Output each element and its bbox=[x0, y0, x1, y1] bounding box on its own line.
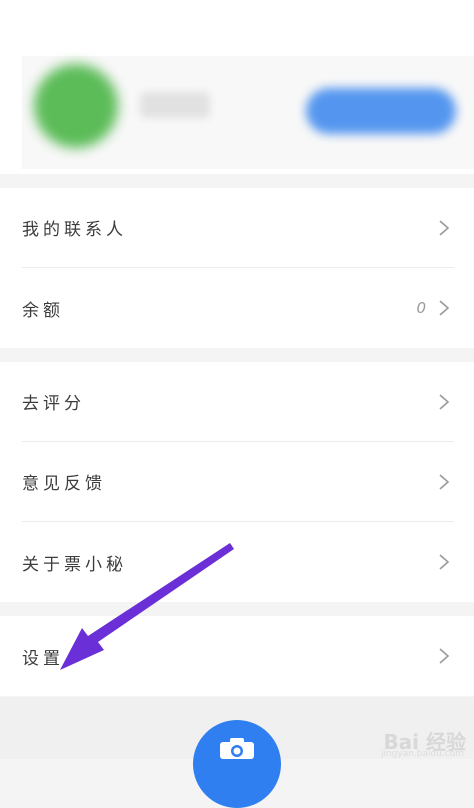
avatar[interactable] bbox=[34, 64, 118, 148]
menu-item-label: 关于票小秘 bbox=[22, 554, 127, 575]
chevron-right-icon bbox=[434, 298, 454, 318]
login-button[interactable] bbox=[306, 88, 456, 134]
menu-item-label: 意见反馈 bbox=[22, 474, 106, 494]
menu-group-settings: 设置 bbox=[0, 616, 474, 696]
menu-item-label: 我的联系人 bbox=[22, 220, 127, 240]
watermark-url: jingyan.baidu.com bbox=[380, 749, 464, 759]
menu-item-about[interactable]: 关于票小秘 bbox=[22, 522, 454, 602]
menu-item-contacts[interactable]: 我的联系人 bbox=[22, 188, 454, 268]
chevron-right-icon bbox=[434, 646, 454, 666]
balance-value: 0 bbox=[416, 299, 426, 317]
menu-item-label: 设置 bbox=[22, 648, 64, 669]
chevron-right-icon bbox=[434, 552, 454, 572]
menu-item-balance[interactable]: 余额 0 bbox=[22, 268, 454, 348]
menu-item-feedback[interactable]: 意见反馈 bbox=[22, 442, 454, 522]
camera-button[interactable] bbox=[193, 720, 281, 808]
menu-group-account: 我的联系人 余额 0 bbox=[0, 188, 474, 348]
menu-item-settings[interactable]: 设置 bbox=[22, 616, 454, 696]
chevron-right-icon bbox=[434, 472, 454, 492]
username-label bbox=[140, 92, 210, 118]
chevron-right-icon bbox=[434, 218, 454, 238]
menu-group-about: 去评分 意见反馈 关于票小秘 bbox=[0, 362, 474, 602]
chevron-right-icon bbox=[434, 392, 454, 412]
menu-item-label: 余额 bbox=[22, 300, 64, 321]
menu-item-rate[interactable]: 去评分 bbox=[22, 362, 454, 442]
menu-item-label: 去评分 bbox=[22, 394, 85, 414]
camera-icon bbox=[219, 737, 255, 763]
